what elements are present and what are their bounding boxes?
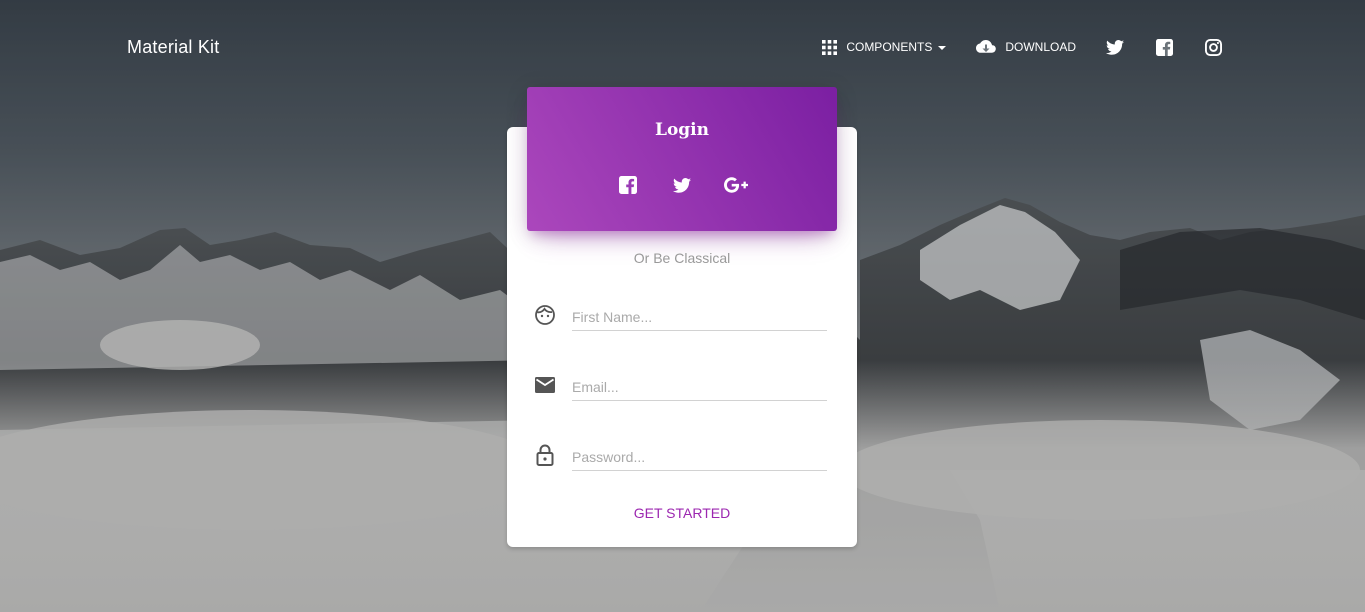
email-field (533, 373, 827, 401)
instagram-icon[interactable] (1205, 38, 1222, 56)
email-input[interactable] (572, 374, 827, 401)
login-card-header: Login (527, 87, 837, 231)
google-plus-icon (724, 177, 748, 193)
brand-link[interactable]: Material Kit (127, 37, 219, 58)
email-icon (533, 373, 557, 397)
social-login-buttons (527, 173, 837, 197)
face-icon (533, 303, 557, 327)
facebook-login-button[interactable] (616, 173, 640, 197)
google-plus-login-button[interactable] (724, 173, 748, 197)
first-name-field (533, 303, 827, 331)
get-started-button[interactable]: Get Started (507, 505, 857, 521)
navbar: Material Kit Components (0, 0, 1365, 95)
lock-icon (533, 443, 557, 467)
twitter-icon (673, 177, 691, 193)
apps-grid-icon (822, 39, 838, 55)
download-button[interactable]: Download (976, 40, 1076, 54)
components-label: Components (846, 40, 933, 54)
cloud-download-icon (976, 40, 997, 54)
facebook-icon[interactable] (1156, 38, 1173, 56)
login-title: Login (655, 120, 709, 140)
first-name-input[interactable] (572, 304, 827, 331)
password-input[interactable] (572, 444, 827, 471)
facebook-icon (619, 176, 637, 194)
navbar-menu: Components Download (822, 36, 1222, 58)
components-dropdown[interactable]: Components (822, 39, 947, 55)
login-page: Material Kit Components (0, 0, 1365, 612)
twitter-login-button[interactable] (670, 173, 694, 197)
twitter-icon[interactable] (1106, 39, 1124, 55)
caret-down-icon (938, 45, 947, 50)
password-field (533, 443, 827, 471)
login-subtitle: Or Be Classical (633, 250, 731, 266)
download-label: Download (1005, 40, 1076, 54)
